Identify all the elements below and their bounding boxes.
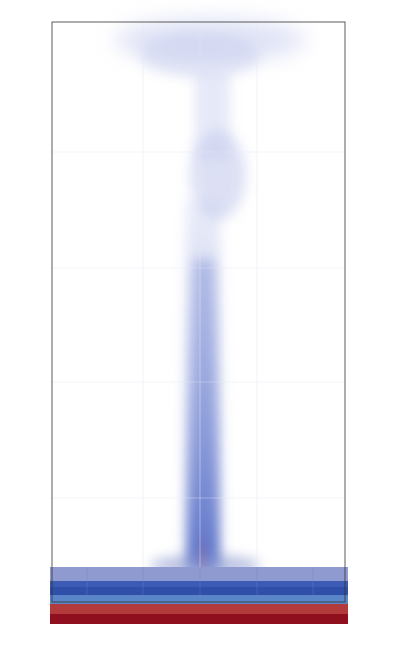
- layer-mid-blue: [50, 581, 348, 587]
- layer-dark-red: [50, 614, 348, 624]
- layer-light-blue: [50, 567, 348, 581]
- layer-dark-blue: [50, 587, 348, 595]
- bottom-layers: [50, 567, 348, 624]
- layer-red: [50, 604, 348, 614]
- simulation-canvas: [0, 0, 400, 650]
- plume-base-core: [200, 540, 206, 570]
- simulation-frame: [0, 0, 400, 650]
- layer-sky-blue: [50, 595, 348, 604]
- plume-core: [194, 260, 214, 570]
